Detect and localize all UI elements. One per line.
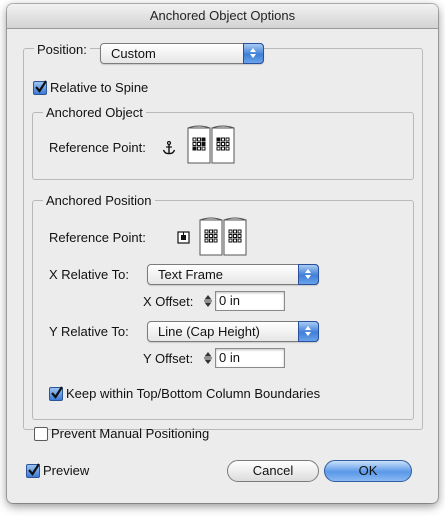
x-relative-value: Text Frame [158, 267, 224, 282]
position-popup-value: Custom [111, 46, 156, 61]
popup-arrows-icon [298, 321, 319, 342]
x-offset-stepper-icon[interactable] [203, 293, 213, 309]
checkmark-icon [51, 386, 63, 399]
checkmark-icon [35, 80, 47, 93]
position-reference-grid-icon[interactable] [194, 216, 252, 256]
y-offset-value: 0 in [219, 350, 240, 365]
anchored-object-reference-label: Reference Point: [49, 140, 146, 155]
x-relative-label: X Relative To: [49, 267, 129, 282]
x-offset-value: 0 in [219, 293, 240, 308]
position-popup[interactable]: Custom [100, 43, 264, 64]
anchored-position-reference-label: Reference Point: [49, 230, 146, 245]
relative-to-spine-checkbox[interactable] [33, 80, 47, 95]
anchored-position-title: Anchored Position [43, 193, 155, 208]
position-label: Position: [34, 42, 90, 57]
keep-within-checkbox[interactable] [49, 386, 63, 401]
y-offset-stepper-icon[interactable] [203, 350, 213, 366]
cancel-button[interactable]: Cancel [227, 460, 319, 482]
prevent-manual-checkbox[interactable] [34, 427, 48, 441]
popup-arrows-icon [298, 264, 319, 285]
preview-label[interactable]: Preview [43, 463, 89, 478]
preview-checkbox[interactable] [26, 463, 40, 478]
y-offset-field[interactable]: 0 in [215, 348, 285, 368]
y-offset-label: Y Offset: [143, 351, 194, 366]
x-offset-field[interactable]: 0 in [215, 291, 285, 311]
x-relative-popup[interactable]: Text Frame [147, 264, 319, 285]
ok-button[interactable]: OK [324, 460, 412, 482]
y-relative-value: Line (Cap Height) [158, 324, 260, 339]
relative-to-spine-label[interactable]: Relative to Spine [50, 80, 148, 95]
dialog-window: Anchored Object Options Position: Custom… [7, 4, 438, 503]
x-offset-label: X Offset: [143, 294, 194, 309]
prevent-manual-label[interactable]: Prevent Manual Positioning [51, 426, 209, 441]
checkmark-icon [28, 463, 40, 476]
anchor-icon [162, 141, 176, 155]
anchored-object-title: Anchored Object [43, 105, 146, 120]
popup-arrows-icon [243, 43, 264, 64]
reference-point-grid-icon[interactable] [182, 124, 240, 164]
y-relative-label: Y Relative To: [49, 324, 129, 339]
dialog-title: Anchored Object Options [7, 4, 438, 29]
keep-within-label[interactable]: Keep within Top/Bottom Column Boundaries [66, 386, 320, 401]
y-relative-popup[interactable]: Line (Cap Height) [147, 321, 319, 342]
reference-square-icon [177, 231, 190, 244]
